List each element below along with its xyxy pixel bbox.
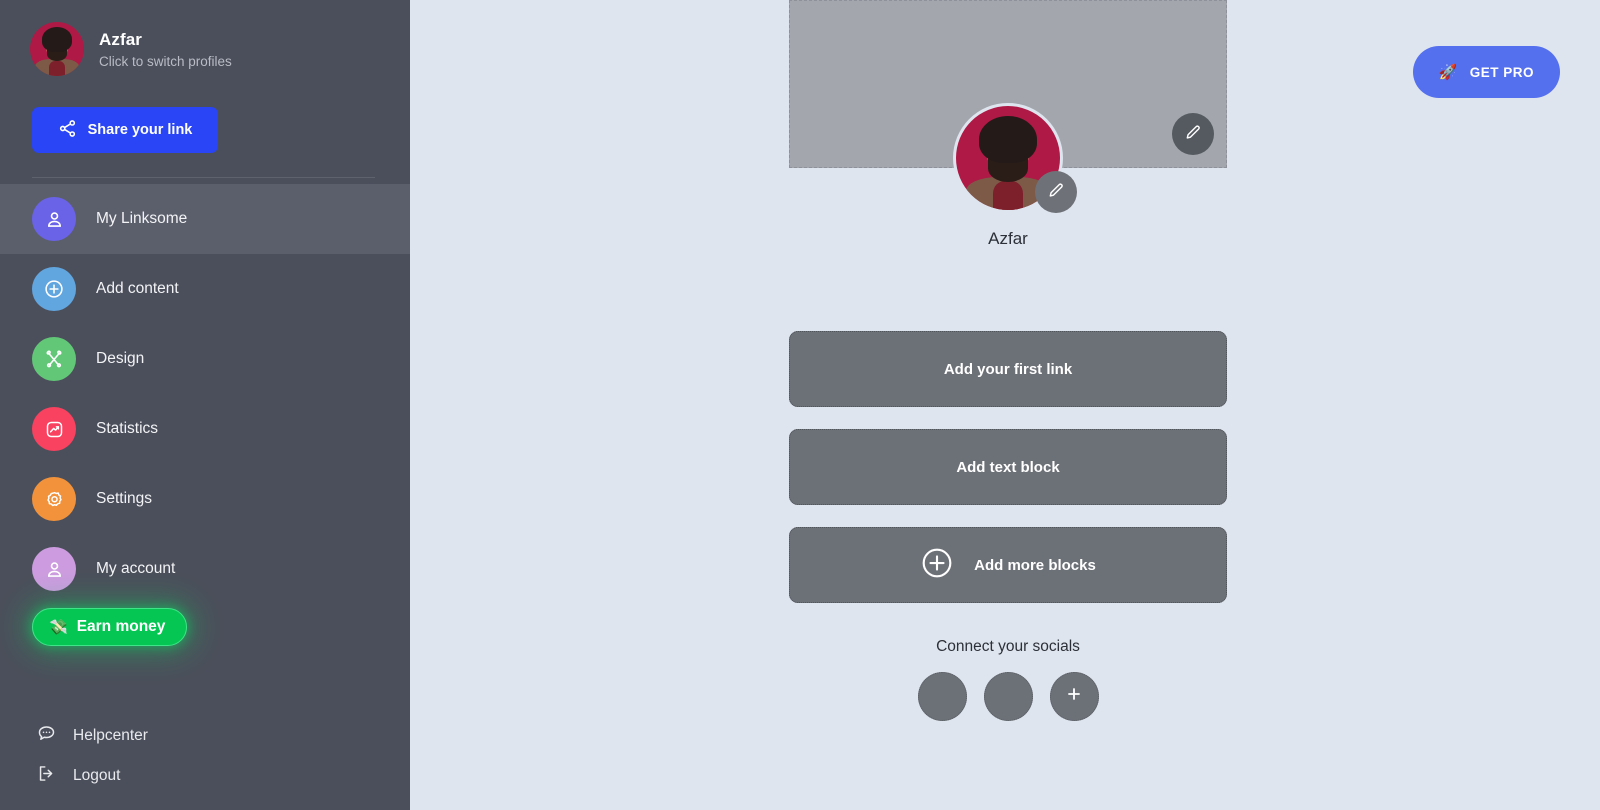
sidebar-item-label: Settings xyxy=(96,490,153,507)
helpcenter-link[interactable]: Helpcenter xyxy=(36,720,410,752)
chart-frame-icon xyxy=(32,407,76,451)
profile-preview: Azfar Add your first link Add text block… xyxy=(789,0,1227,721)
avatar xyxy=(30,22,84,76)
get-pro-label: GET PRO xyxy=(1469,64,1534,80)
pencil-icon xyxy=(1047,181,1065,204)
socials-row xyxy=(917,672,1099,721)
rocket-icon: 🚀 xyxy=(1438,63,1458,81)
sidebar-item-label: Add content xyxy=(96,280,179,297)
sidebar: Azfar Click to switch profiles Share you… xyxy=(0,0,410,810)
profile-name: Azfar xyxy=(99,29,143,49)
sidebar-item-add-content[interactable]: Add content xyxy=(0,254,410,324)
sidebar-item-label: Statistics xyxy=(96,420,159,437)
money-flying-icon: 💸 xyxy=(49,618,68,636)
add-more-blocks-button[interactable]: Add more blocks xyxy=(789,527,1227,603)
profile-switch-hint: Click to switch profiles xyxy=(99,53,232,69)
social-slot[interactable] xyxy=(917,672,967,721)
sidebar-item-settings[interactable]: Settings xyxy=(0,464,410,534)
sidebar-item-my-linksome[interactable]: My Linksome xyxy=(0,184,410,254)
sidebar-item-label: My Linksome xyxy=(96,210,188,227)
user-icon xyxy=(32,197,76,241)
pen-brush-icon xyxy=(32,337,76,381)
sidebar-bottom-links: Helpcenter Logout xyxy=(0,720,410,810)
profile-switcher[interactable]: Azfar Click to switch profiles xyxy=(0,0,410,76)
gear-icon xyxy=(32,477,76,521)
user-icon xyxy=(32,547,76,591)
edit-cover-button[interactable] xyxy=(1172,113,1214,155)
connect-socials-title: Connect your socials xyxy=(936,638,1080,655)
avatar-zone xyxy=(956,106,1077,213)
add-text-block[interactable]: Add text block xyxy=(789,429,1227,505)
sidebar-item-statistics[interactable]: Statistics xyxy=(0,394,410,464)
sidebar-item-design[interactable]: Design xyxy=(0,324,410,394)
block-label: Add more blocks xyxy=(974,556,1096,574)
block-label: Add your first link xyxy=(943,360,1073,378)
bottom-item-label: Helpcenter xyxy=(73,727,148,744)
share-nodes-icon xyxy=(58,119,77,142)
sidebar-divider xyxy=(32,177,375,178)
social-slot[interactable] xyxy=(983,672,1033,721)
sidebar-item-my-account[interactable]: My account xyxy=(0,534,410,604)
block-label: Add text block xyxy=(956,458,1060,476)
add-social-button[interactable] xyxy=(1049,672,1099,721)
main-content: 🚀 GET PRO Azfar Add your first link Add … xyxy=(410,0,1600,810)
earn-money-button[interactable]: 💸 Earn money xyxy=(32,608,188,646)
sidebar-item-label: Design xyxy=(96,350,145,367)
sidebar-item-label: My account xyxy=(96,560,176,577)
share-your-link-button[interactable]: Share your link xyxy=(32,107,218,153)
logout-arrow-icon xyxy=(36,763,57,789)
pencil-icon xyxy=(1184,123,1202,146)
preview-profile-name: Azfar xyxy=(988,229,1028,248)
add-first-link-block[interactable]: Add your first link xyxy=(789,331,1227,407)
chat-bubble-icon xyxy=(36,723,57,749)
edit-avatar-button[interactable] xyxy=(1035,171,1077,213)
get-pro-button[interactable]: 🚀 GET PRO xyxy=(1412,46,1560,98)
content-blocks: Add your first link Add text block Add m… xyxy=(789,331,1227,603)
plus-circle-icon xyxy=(32,267,76,311)
sidebar-nav: My Linksome Add content Design Statistic… xyxy=(0,184,410,604)
earn-money-container: 💸 Earn money xyxy=(0,604,410,646)
plus-icon xyxy=(1064,684,1084,709)
bottom-item-label: Logout xyxy=(73,767,121,784)
plus-circle-icon xyxy=(920,546,954,584)
logout-link[interactable]: Logout xyxy=(36,760,410,792)
share-button-label: Share your link xyxy=(87,122,193,138)
earn-money-label: Earn money xyxy=(76,618,166,635)
